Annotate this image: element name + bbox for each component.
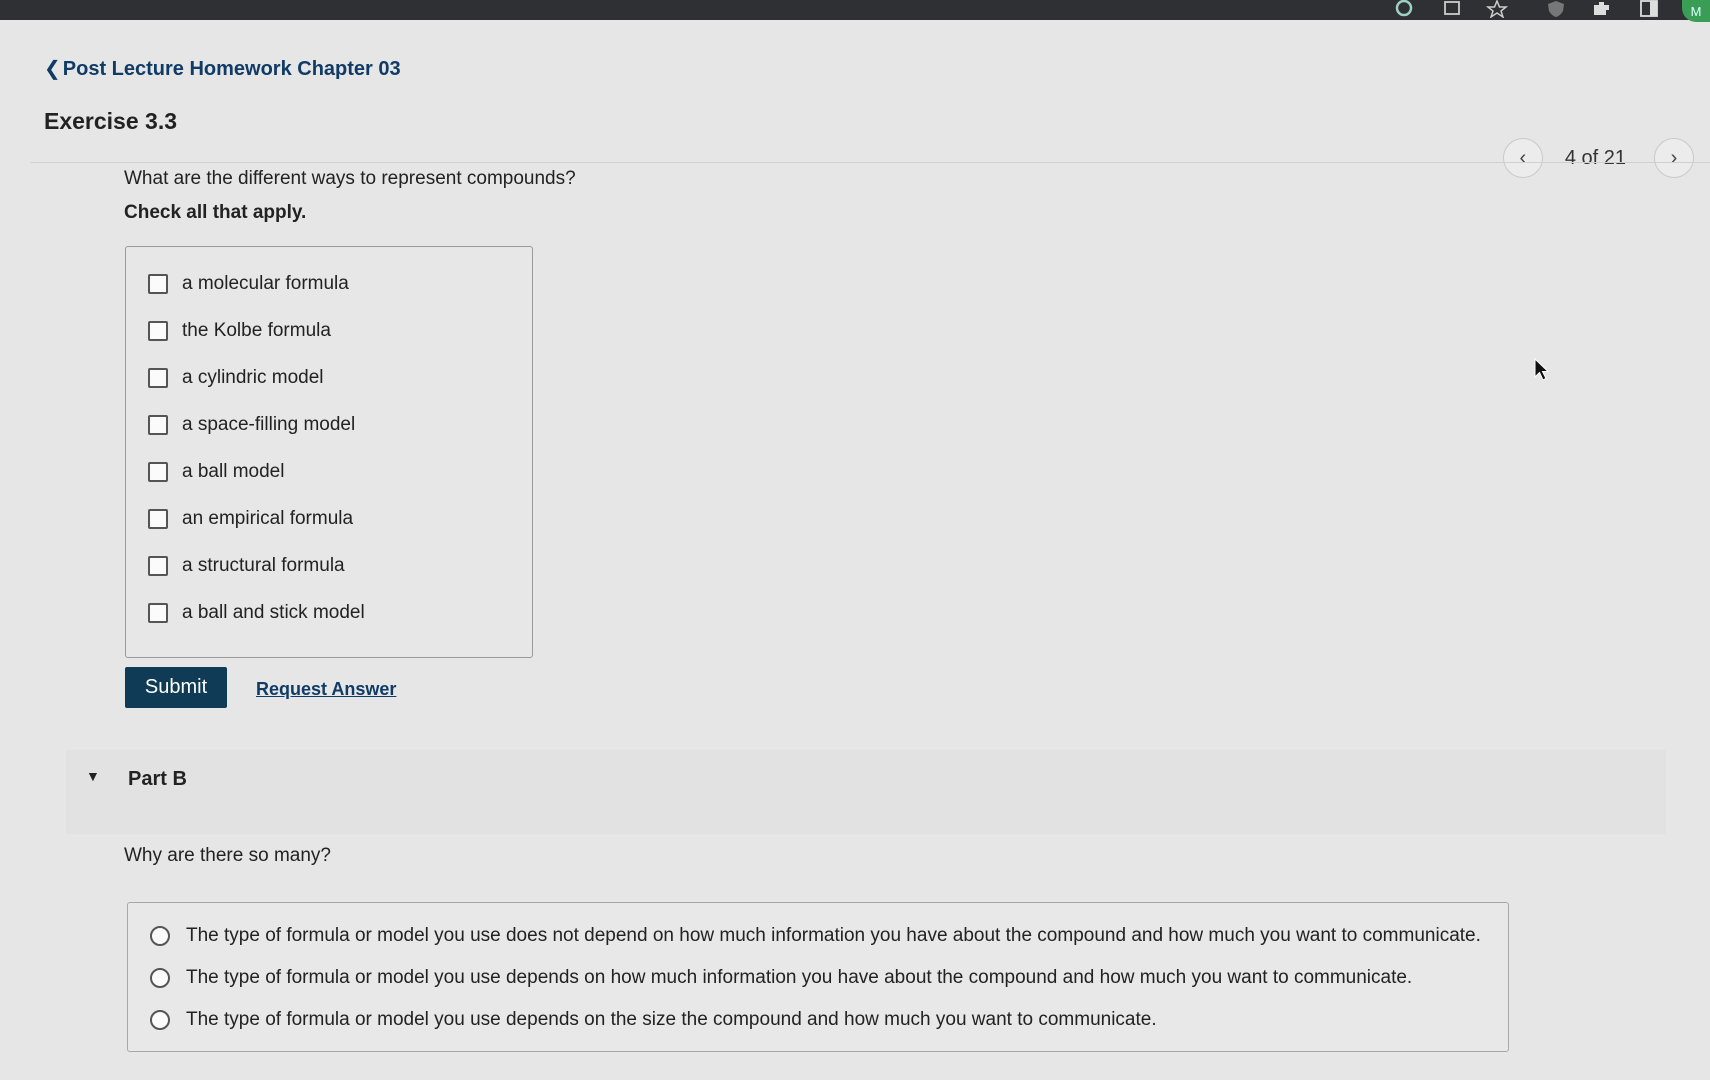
- part-b-question: Why are there so many?: [124, 845, 331, 866]
- previous-item-button[interactable]: ‹: [1502, 138, 1543, 178]
- option-empirical-formula[interactable]: an empirical formula: [148, 508, 353, 530]
- option-label: a molecular formula: [182, 273, 349, 294]
- option-label: an empirical formula: [182, 508, 354, 529]
- option-structural-formula[interactable]: a structural formula: [148, 555, 345, 577]
- part-b-title[interactable]: Part B: [128, 768, 187, 791]
- checkbox[interactable]: [148, 368, 168, 388]
- checkbox[interactable]: [148, 415, 168, 435]
- submit-button[interactable]: Submit: [125, 667, 227, 708]
- exercise-title: Exercise 3.3: [44, 108, 178, 134]
- star-icon[interactable]: [1485, 0, 1509, 19]
- part-b-options: The type of formula or model you use doe…: [127, 902, 1509, 1052]
- part-a-options: a molecular formula the Kolbe formula a …: [125, 246, 533, 658]
- request-answer-link[interactable]: Request Answer: [256, 679, 396, 700]
- option-depends-on-information[interactable]: The type of formula or model you use dep…: [150, 967, 1412, 989]
- option-depends-on-size[interactable]: The type of formula or model you use dep…: [150, 1009, 1157, 1031]
- option-label: the Kolbe formula: [182, 320, 331, 341]
- chevron-right-icon: ›: [1670, 146, 1678, 169]
- mouse-pointer-icon: [1534, 357, 1550, 387]
- option-space-filling-model[interactable]: a space-filling model: [148, 414, 355, 436]
- caret-down-icon[interactable]: ▼: [86, 768, 100, 784]
- option-label: a ball model: [182, 461, 285, 482]
- browser-toolbar: M: [0, 0, 1710, 22]
- option-cylindric-model[interactable]: a cylindric model: [148, 367, 324, 389]
- item-pager: ‹ 4 of 21 ›: [1502, 138, 1694, 178]
- next-item-button[interactable]: ›: [1654, 138, 1694, 178]
- puzzle-icon[interactable]: [1591, 0, 1613, 18]
- checkbox[interactable]: [148, 321, 168, 341]
- checkbox[interactable]: [148, 603, 168, 623]
- option-label: The type of formula or model you use doe…: [186, 925, 1481, 946]
- option-label: a ball and stick model: [182, 602, 365, 623]
- part-b-header: [66, 750, 1666, 834]
- radio-button[interactable]: [150, 968, 170, 988]
- checkbox[interactable]: [148, 509, 168, 529]
- radio-button[interactable]: [150, 1010, 170, 1030]
- checkbox[interactable]: [148, 274, 168, 294]
- checkbox[interactable]: [148, 556, 168, 576]
- item-counter: 4 of 21: [1564, 146, 1626, 169]
- radio-button[interactable]: [150, 926, 170, 946]
- profile-avatar[interactable]: M: [1682, 0, 1710, 22]
- shield-icon[interactable]: [1545, 0, 1567, 18]
- header-divider: [30, 162, 1710, 163]
- option-label: The type of formula or model you use dep…: [186, 967, 1413, 988]
- option-molecular-formula[interactable]: a molecular formula: [148, 273, 349, 295]
- part-a-instructions: Check all that apply.: [124, 202, 307, 223]
- back-link-label: Post Lecture Homework Chapter 03: [62, 58, 401, 80]
- option-label: The type of formula or model you use dep…: [186, 1009, 1157, 1030]
- part-a-question: What are the different ways to represent…: [124, 168, 576, 189]
- option-ball-and-stick-model[interactable]: a ball and stick model: [148, 602, 365, 624]
- option-label: a cylindric model: [182, 367, 324, 388]
- back-to-assignment-link[interactable]: ❮ Post Lecture Homework Chapter 03: [44, 56, 401, 81]
- option-label: a space-filling model: [182, 414, 356, 435]
- tab-icon[interactable]: [1441, 0, 1463, 18]
- extension-g-icon[interactable]: [1393, 0, 1415, 18]
- checkbox[interactable]: [148, 462, 168, 482]
- option-does-not-depend[interactable]: The type of formula or model you use doe…: [150, 925, 1481, 947]
- sidebar-icon[interactable]: [1638, 0, 1660, 18]
- chevron-left-icon: ❮: [44, 58, 61, 80]
- chevron-left-icon: ‹: [1519, 146, 1527, 169]
- option-kolbe-formula[interactable]: the Kolbe formula: [148, 320, 331, 342]
- option-label: a structural formula: [182, 555, 345, 576]
- option-ball-model[interactable]: a ball model: [148, 461, 284, 483]
